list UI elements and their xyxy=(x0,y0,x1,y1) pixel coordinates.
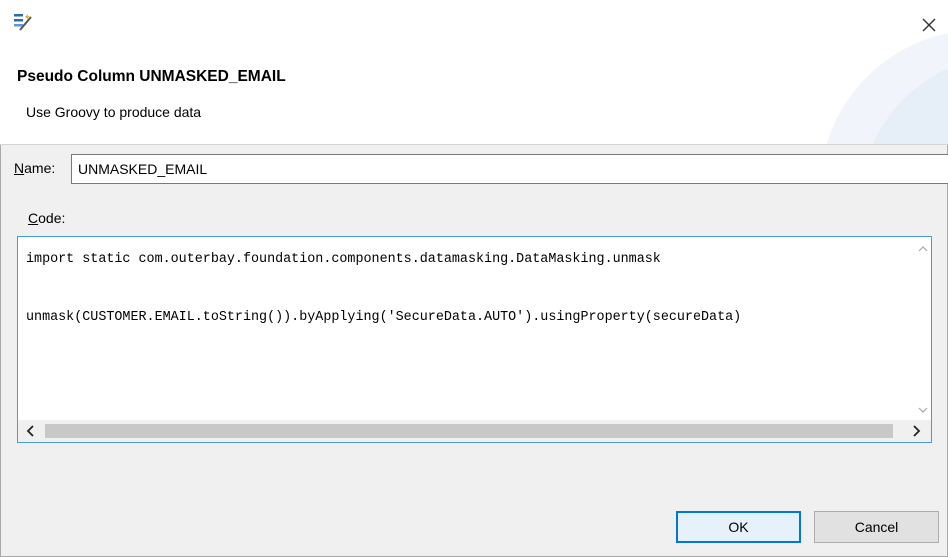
dialog-description: Use Groovy to produce data xyxy=(26,104,202,120)
chevron-up-icon[interactable] xyxy=(918,245,928,253)
code-line: ​ xyxy=(26,274,913,303)
name-label-mnemonic: N xyxy=(14,160,25,176)
horizontal-scroll-thumb[interactable] xyxy=(45,424,893,438)
close-icon[interactable] xyxy=(919,15,939,35)
code-editor[interactable]: import static com.outerbay.foundation.co… xyxy=(17,236,932,443)
name-label: Name: xyxy=(14,160,55,176)
chevron-right-icon[interactable] xyxy=(909,423,923,439)
name-input[interactable] xyxy=(71,154,948,184)
code-label-mnemonic: C xyxy=(28,210,39,226)
code-text[interactable]: import static com.outerbay.foundation.co… xyxy=(26,245,913,418)
code-line: import static com.outerbay.foundation.co… xyxy=(26,252,661,267)
vertical-scrollbar[interactable] xyxy=(914,237,931,420)
horizontal-scrollbar[interactable] xyxy=(18,420,931,442)
chevron-down-icon[interactable] xyxy=(918,406,928,414)
dialog-title: Pseudo Column UNMASKED_EMAIL xyxy=(17,68,286,85)
chevron-left-icon[interactable] xyxy=(24,423,38,439)
code-label: Code: xyxy=(28,210,65,226)
name-label-text: ame: xyxy=(24,160,56,176)
wizard-wand-icon xyxy=(12,11,34,33)
code-line: unmask(CUSTOMER.EMAIL.toString()).byAppl… xyxy=(26,310,742,325)
code-label-text: ode: xyxy=(38,210,66,226)
cancel-button[interactable]: Cancel xyxy=(814,511,939,543)
header-separator xyxy=(0,144,948,145)
ok-button[interactable]: OK xyxy=(676,511,801,543)
